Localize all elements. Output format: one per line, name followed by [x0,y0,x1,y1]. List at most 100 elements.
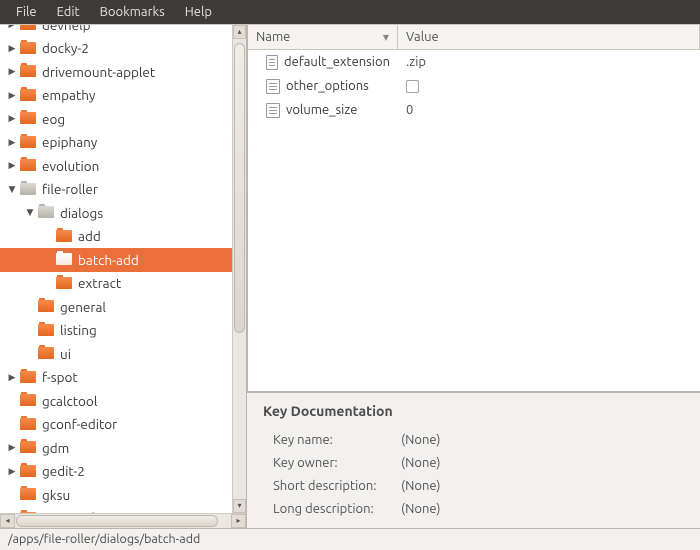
key-name: other_options [286,79,369,93]
tree-item-gcalctool[interactable]: gcalctool [0,389,246,413]
tree-item-general[interactable]: general [0,295,246,319]
expander-icon[interactable]: ▶ [6,43,18,54]
doc-keyname-value: (None) [401,433,684,447]
menu-bookmarks[interactable]: Bookmarks [90,3,175,21]
key-value[interactable]: .zip [398,55,700,69]
menu-file[interactable]: File [6,3,47,21]
checkbox[interactable] [406,80,419,93]
tree-item-label: devhelp [42,25,91,33]
expander-icon[interactable]: ▼ [24,207,36,218]
scroll-thumb[interactable] [234,43,245,333]
menubar: File Edit Bookmarks Help [0,0,700,24]
tree-item-label: drivemount-applet [42,64,155,80]
doc-shortdesc-label: Short description: [273,479,401,493]
folder-icon [20,65,36,78]
tree-item-label: eog [42,111,65,127]
key-icon [266,55,278,70]
expander-icon[interactable]: ▼ [6,184,18,195]
tree-item-label: gdm [42,440,69,456]
doc-shortdesc-value: (None) [401,479,684,493]
scroll-left-button[interactable]: ◂ [0,514,15,528]
tree-item-gksu[interactable]: gksu [0,483,246,507]
tree-item-label: epiphany [42,134,97,150]
tree-item-drivemount-applet[interactable]: ▶ drivemount-applet [0,60,246,84]
expander-icon[interactable]: ▶ [6,25,18,30]
tree-item-batch-add[interactable]: batch-add [0,248,246,272]
right-pane: Name ▼ Value default_extension.zip other_… [247,25,700,528]
menu-help[interactable]: Help [175,3,222,21]
tree-hscrollbar[interactable]: ◂ ▸ [0,513,246,528]
tree-item-evolution[interactable]: ▶evolution [0,154,246,178]
tree-item-label: extract [78,275,121,291]
folder-icon [20,112,36,125]
table-row[interactable]: volume_size 0 [248,98,700,122]
tree-item-eog[interactable]: ▶ eog [0,107,246,131]
tree-item-f-spot[interactable]: ▶ f-spot [0,366,246,390]
folder-icon [38,206,54,219]
col-value-header[interactable]: Value [398,25,700,49]
expander-icon[interactable]: ▶ [6,137,18,148]
tree-item-label: gcalctool [42,393,97,409]
tree-item-label: f-spot [42,369,78,385]
folder-icon [20,371,36,384]
folder-icon [20,488,36,501]
key-value[interactable]: 0 [398,103,700,117]
scroll-right-button[interactable]: ▸ [231,514,246,528]
key-icon [266,103,280,118]
doc-keyowner-label: Key owner: [273,456,401,470]
key-name: volume_size [286,103,357,117]
scroll-down-button[interactable]: ▾ [233,499,246,513]
tree-item-label: file-roller [42,181,98,197]
doc-keyname-label: Key name: [273,433,401,447]
tree-item-epiphany[interactable]: ▶ epiphany [0,131,246,155]
folder-icon [38,324,54,337]
tree-item-gedit-2[interactable]: ▶ gedit-2 [0,460,246,484]
tree-item-gconf-editor[interactable]: gconf-editor [0,413,246,437]
expander-icon[interactable]: ▶ [6,442,18,453]
tree-item-label: gksu [42,487,70,503]
key-value[interactable] [398,80,700,93]
key-icon [266,79,280,94]
folder-icon [38,300,54,313]
tree-item-docky-2[interactable]: ▶docky-2 [0,37,246,61]
tree-item-dialogs[interactable]: ▼ dialogs [0,201,246,225]
table-header: Name ▼ Value [248,25,700,50]
scroll-up-button[interactable]: ▴ [233,25,246,39]
folder-icon [20,159,36,172]
main-area: ▶devhelp▶docky-2▶drivemount-applet▶empat… [0,24,700,528]
tree-item-label: dialogs [60,205,103,221]
doc-longdesc-label: Long description: [273,502,401,516]
expander-icon[interactable]: ▶ [6,160,18,171]
tree-item-label: gedit-2 [42,463,85,479]
tree-item-file-roller[interactable]: ▼ file-roller [0,178,246,202]
folder-icon [20,89,36,102]
tree-item-ui[interactable]: ui [0,342,246,366]
tree-item-listing[interactable]: listing [0,319,246,343]
table-row[interactable]: other_options [248,74,700,98]
expander-icon[interactable]: ▶ [6,66,18,77]
expander-icon[interactable]: ▶ [6,466,18,477]
doc-title: Key Documentation [263,403,684,419]
table-row[interactable]: default_extension.zip [248,50,700,74]
folder-icon [20,441,36,454]
tree-item-gdm[interactable]: ▶ gdm [0,436,246,460]
menu-edit[interactable]: Edit [47,3,90,21]
folder-icon [56,230,72,243]
folder-icon [56,277,72,290]
expander-icon[interactable]: ▶ [6,372,18,383]
tree-item-devhelp[interactable]: ▶ devhelp [0,25,246,37]
tree-item-label: ui [60,346,71,362]
hscroll-thumb[interactable] [16,515,218,527]
config-tree[interactable]: ▶devhelp▶docky-2▶drivemount-applet▶empat… [0,25,246,513]
folder-icon [20,418,36,431]
tree-item-label: general [60,299,106,315]
tree-item-add[interactable]: add [0,225,246,249]
tree-item-label: batch-add [78,252,139,268]
tree-item-empathy[interactable]: ▶empathy [0,84,246,108]
col-name-header[interactable]: Name ▼ [248,25,398,49]
expander-icon[interactable]: ▶ [6,113,18,124]
tree-vscrollbar[interactable]: ▴ ▾ [232,25,246,513]
expander-icon[interactable]: ▶ [6,90,18,101]
col-value-label: Value [406,30,439,44]
tree-item-extract[interactable]: extract [0,272,246,296]
